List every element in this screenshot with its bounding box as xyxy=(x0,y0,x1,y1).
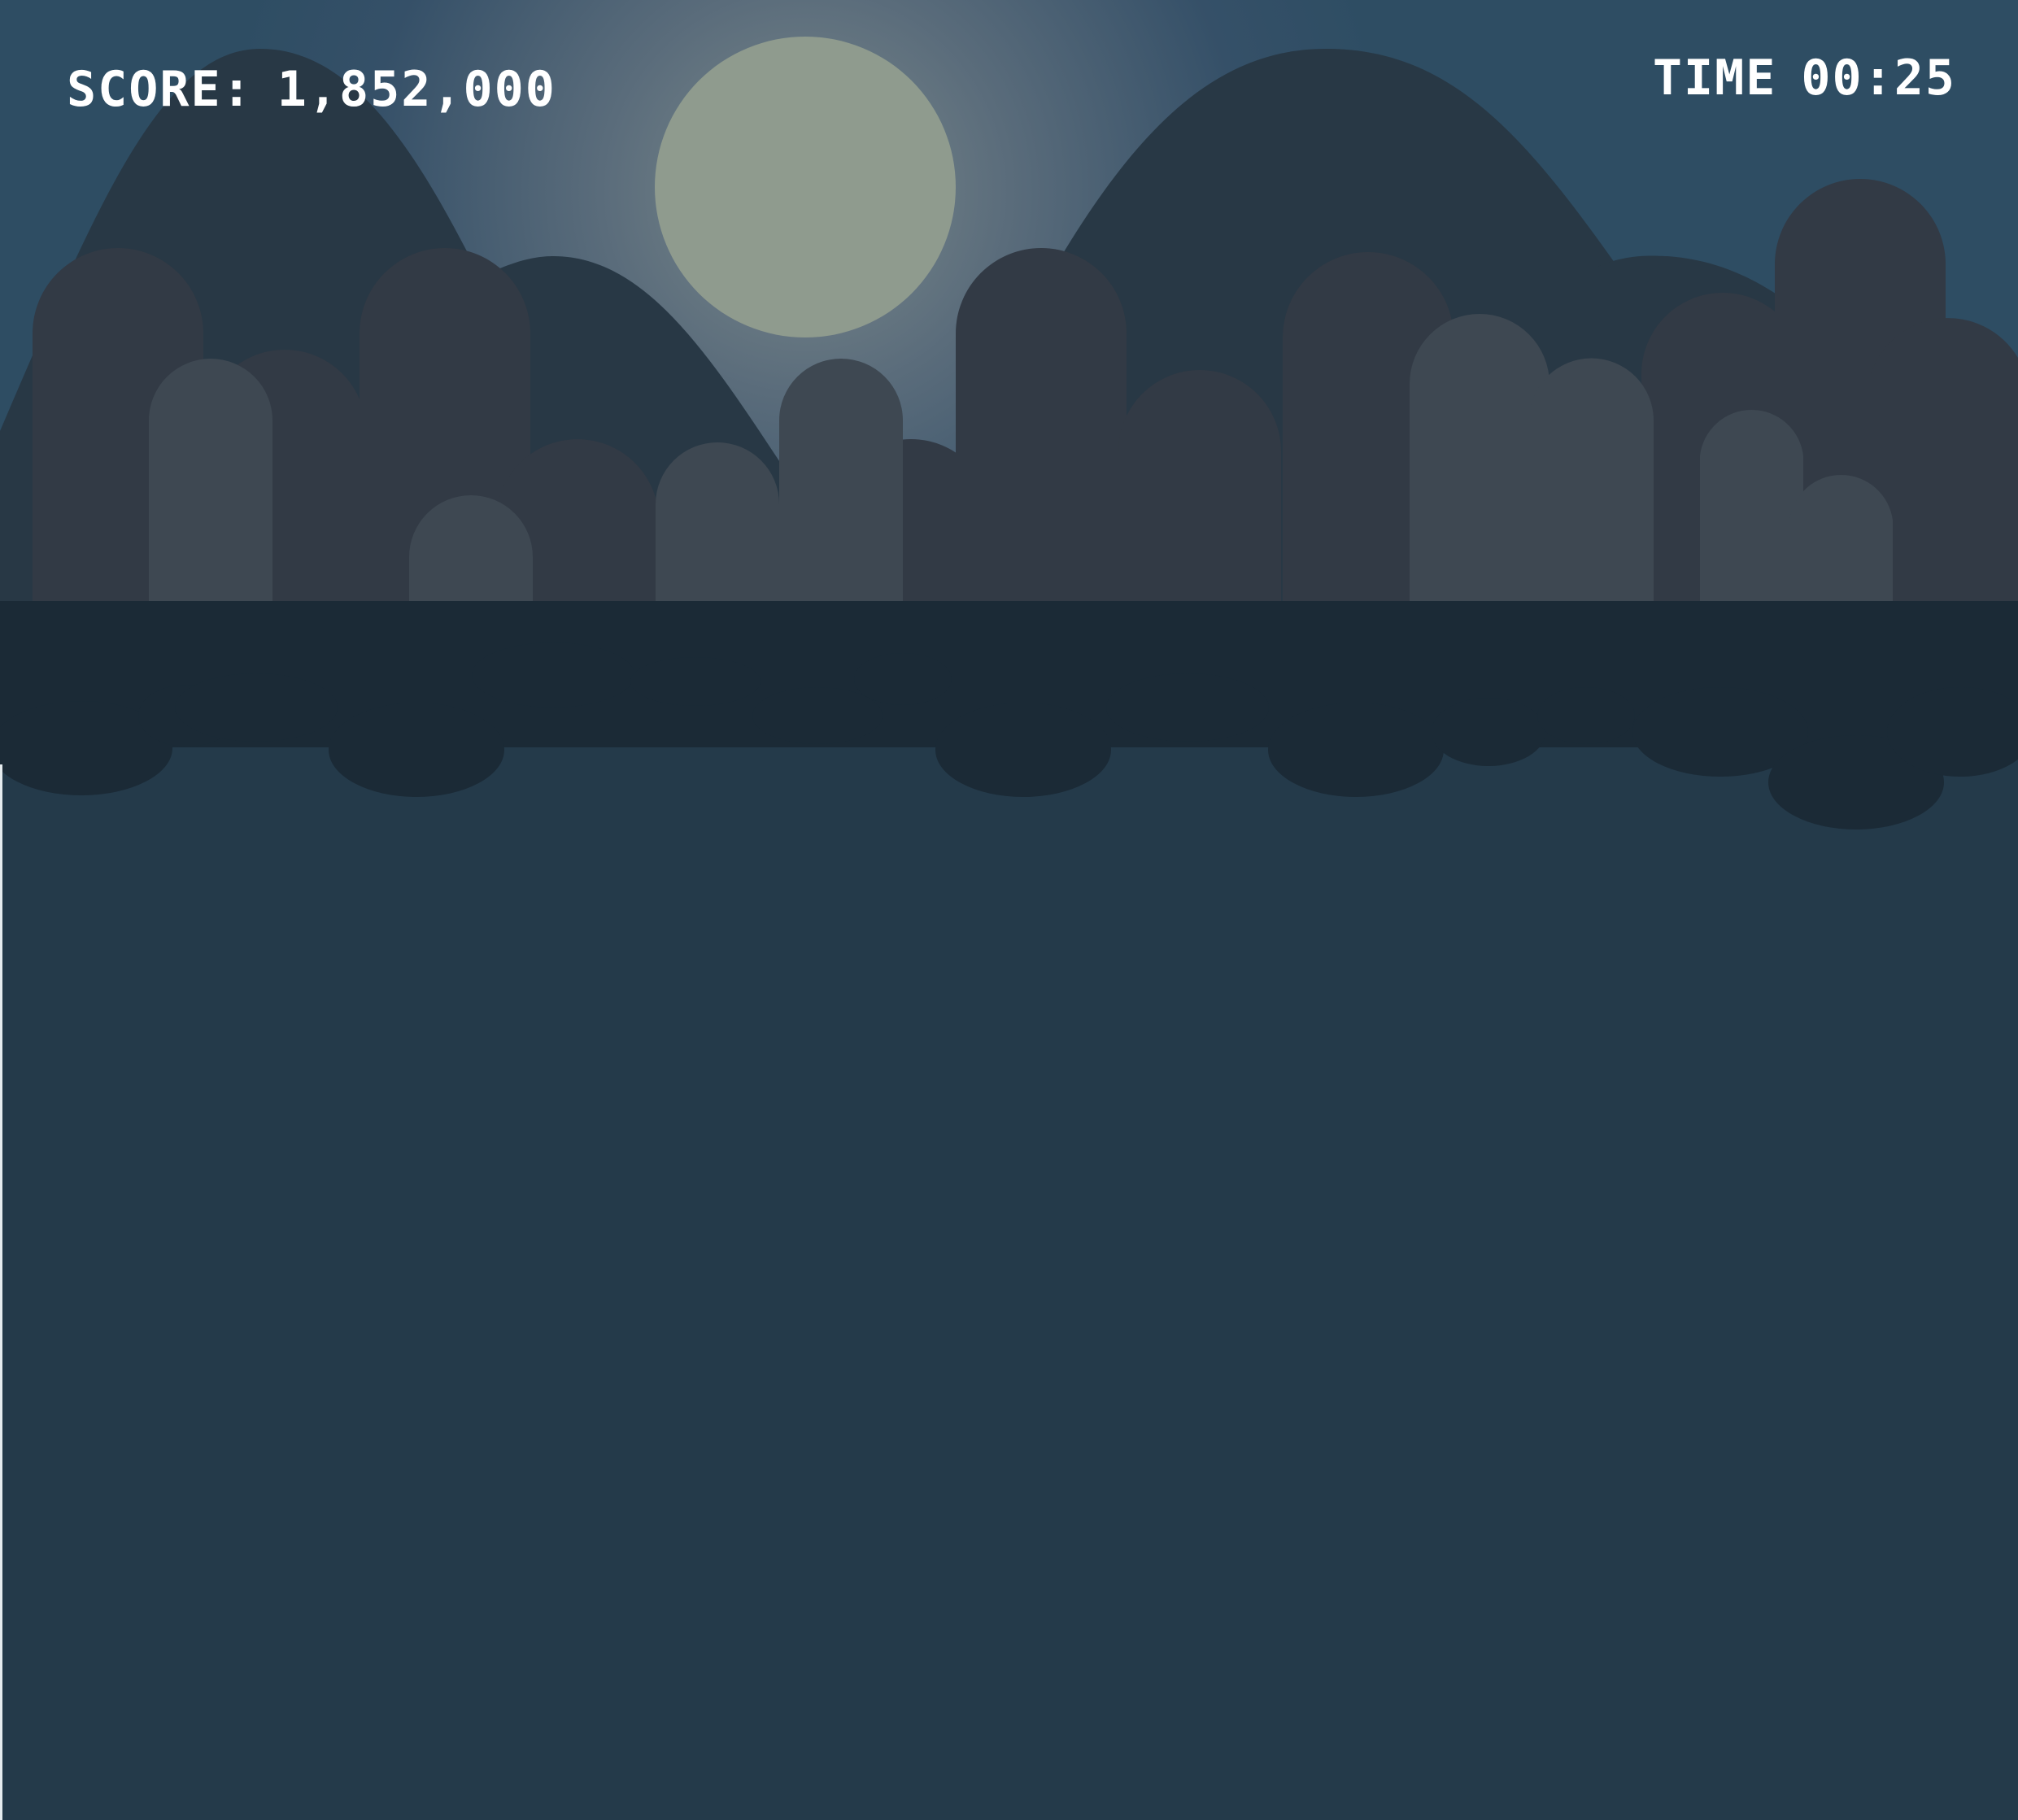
building-icon xyxy=(656,442,779,602)
left-edge xyxy=(0,764,2,1820)
night-city-scene xyxy=(0,0,2018,1820)
moon-icon xyxy=(655,37,956,337)
score-value: 1,852,000 xyxy=(277,61,556,118)
score-label: SCORE: xyxy=(67,61,253,118)
building-icon xyxy=(1700,409,1803,602)
score-display: SCORE: 1,852,000 xyxy=(67,65,556,114)
building-icon xyxy=(1789,474,1893,602)
building-icon xyxy=(1871,318,2018,602)
time-value: 00:25 xyxy=(1801,50,1956,107)
building-icon xyxy=(1118,370,1281,602)
building-icon xyxy=(1410,314,1549,602)
building-icon xyxy=(1529,358,1654,602)
building-icon xyxy=(956,248,1127,602)
timer-display: TIME 00:25 xyxy=(1653,54,1956,102)
building-icon xyxy=(779,359,903,602)
game-viewport[interactable]: SCORE: 1,852,000 TIME 00:25 xyxy=(0,0,2018,1820)
time-label: TIME xyxy=(1652,50,1777,107)
building-icon xyxy=(149,359,272,602)
